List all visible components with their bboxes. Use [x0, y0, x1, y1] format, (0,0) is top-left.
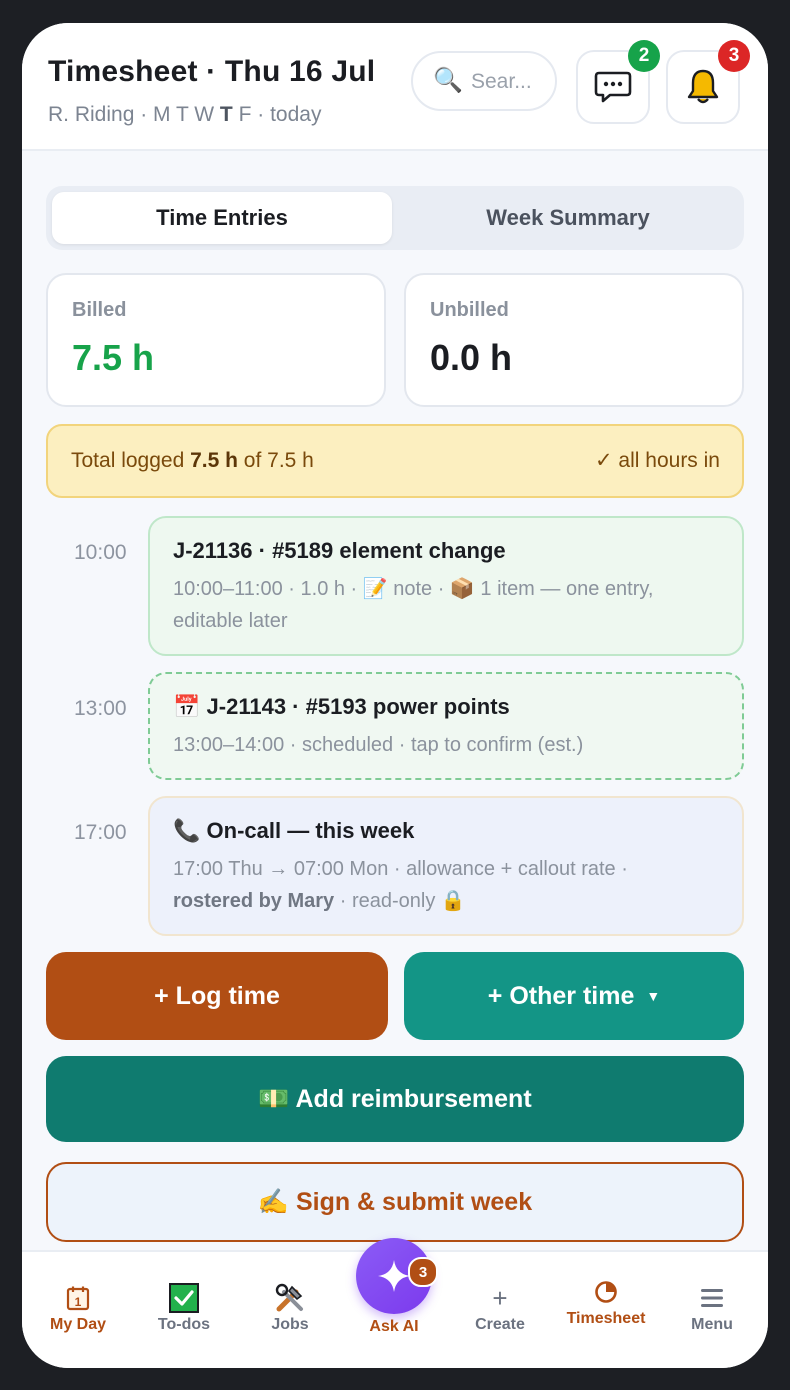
other-time-button[interactable]: + Other time ▼	[404, 952, 744, 1040]
phone-screen: Timesheet · Thu 16 Jul R. Riding · M T W…	[22, 23, 768, 1368]
svg-text:1: 1	[75, 1295, 82, 1309]
billed-card: Billed 7.5 h	[46, 273, 386, 407]
rostered-by: rostered by Mary	[173, 890, 335, 912]
pie-chart-icon	[556, 1274, 656, 1310]
total-logged-banner: Total logged 7.5 h of 7.5 h ✓ all hours …	[46, 424, 744, 498]
plus-icon: +	[492, 1282, 508, 1313]
nav-label: My Day	[49, 1316, 107, 1333]
reimbursement-label: 💵 Add reimbursement	[258, 1084, 532, 1113]
bottom-nav: 1 My Day To-dos Jobs 3 Ask AI + Create T…	[22, 1238, 768, 1368]
unbilled-label: Unbilled	[430, 299, 509, 321]
entry-time-label: 17:00	[74, 821, 127, 844]
app-header: Timesheet · Thu 16 Jul R. Riding · M T W…	[22, 23, 768, 151]
phone-icon: 📞	[173, 818, 201, 843]
entry-title-text: On-call — this week	[206, 818, 415, 843]
entry-title: 📅 J-21143 · #5193 power points	[173, 694, 510, 720]
calendar-icon: 📅	[173, 694, 201, 719]
unbilled-card: Unbilled 0.0 h	[404, 273, 744, 407]
nav-label: Menu	[691, 1316, 733, 1333]
log-time-label: + Log time	[154, 981, 280, 1010]
dropdown-caret-icon: ▼	[646, 988, 661, 1004]
scheduled-entry-card[interactable]: 📅 J-21143 · #5193 power points 13:00–14:…	[148, 672, 744, 780]
tools-icon	[240, 1280, 340, 1316]
entry-title: J-21136 · #5189 element change	[173, 538, 506, 563]
checkbox-icon	[134, 1280, 234, 1316]
nav-jobs[interactable]: Jobs	[240, 1252, 340, 1368]
time-entry-card[interactable]: J-21136 · #5189 element change 10:00–11:…	[148, 516, 744, 656]
nav-label: Create	[475, 1316, 525, 1333]
calendar-icon: 1	[28, 1280, 128, 1316]
tab-week-summary[interactable]: Week Summary	[398, 192, 738, 244]
entry-time-label: 10:00	[74, 541, 127, 564]
view-tabs: Time Entries Week Summary	[46, 186, 744, 250]
messages-button[interactable]: 2	[576, 40, 660, 124]
subtitle-suffix: F · today	[232, 103, 322, 126]
subtitle-prefix: R. Riding · M T W	[48, 103, 220, 126]
sign-submit-week-button[interactable]: ✍️ Sign & submit week	[46, 1162, 744, 1242]
sign-submit-label: ✍️ Sign & submit week	[257, 1187, 533, 1216]
tab-time-entries[interactable]: Time Entries	[52, 192, 392, 244]
nav-label: Ask AI	[369, 1318, 419, 1335]
entry-meta: 13:00–14:00 · scheduled · tap to confirm…	[173, 734, 584, 756]
entry-meta: 17:00 Thu → 07:00 Mon · allowance + call…	[173, 853, 713, 917]
hours-status: ✓ all hours in	[595, 449, 720, 472]
unbilled-value: 0.0 h	[430, 337, 513, 378]
notifications-count-badge: 3	[718, 40, 750, 72]
nav-label: Jobs	[271, 1316, 309, 1333]
page-title: Timesheet · Thu 16 Jul	[48, 55, 376, 88]
messages-count-badge: 2	[628, 40, 660, 72]
entry-time-label: 13:00	[74, 697, 127, 720]
on-call-entry-card[interactable]: 📞 On-call — this week 17:00 Thu → 07:00 …	[148, 796, 744, 936]
meta-suffix: · read-only 🔒	[334, 890, 466, 912]
meta-prefix: 17:00 Thu → 07:00 Mon · allowance + call…	[173, 858, 628, 880]
entry-title: 📞 On-call — this week	[173, 818, 414, 844]
total-logged-hours: 7.5 h	[190, 449, 238, 472]
log-time-button[interactable]: + Log time	[46, 952, 388, 1040]
notifications-button[interactable]: 3	[666, 40, 750, 124]
search-box[interactable]: 🔍	[411, 51, 557, 111]
billed-value: 7.5 h	[72, 337, 155, 378]
nav-label: Timesheet	[566, 1310, 646, 1327]
total-suffix: of 7.5 h	[237, 449, 314, 472]
page-subtitle: R. Riding · M T W T F · today	[48, 103, 321, 127]
nav-menu[interactable]: Menu	[662, 1252, 762, 1368]
entry-meta: 10:00–11:00 · 1.0 h · 📝 note · 📦 1 item …	[173, 578, 654, 632]
nav-timesheet[interactable]: Timesheet	[556, 1252, 656, 1368]
nav-to-dos[interactable]: To-dos	[134, 1252, 234, 1368]
total-logged-text: Total logged 7.5 h of 7.5 h	[71, 449, 314, 473]
nav-my-day[interactable]: 1 My Day	[28, 1252, 128, 1368]
search-input[interactable]	[471, 67, 551, 97]
total-prefix: Total logged	[71, 449, 191, 472]
hamburger-icon	[662, 1280, 762, 1316]
nav-label: To-dos	[157, 1316, 211, 1333]
other-time-label: + Other time	[487, 981, 635, 1010]
subtitle-current-day: T	[219, 103, 233, 126]
magnifier-icon: 🔍	[433, 67, 463, 94]
add-reimbursement-button[interactable]: 💵 Add reimbursement	[46, 1056, 744, 1142]
entry-title-text: J-21143 · #5193 power points	[206, 694, 510, 719]
billed-label: Billed	[72, 299, 127, 321]
nav-ask-ai[interactable]: Ask AI	[344, 1252, 444, 1368]
nav-create[interactable]: + Create	[450, 1252, 550, 1368]
